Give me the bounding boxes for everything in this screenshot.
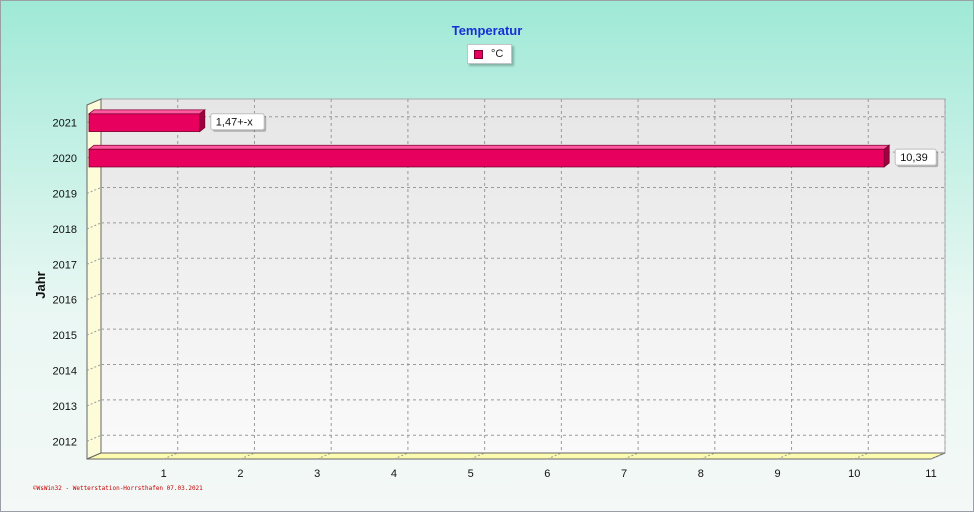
y-tick-label: 2013	[53, 401, 77, 413]
x-tick-label: 2	[237, 468, 243, 480]
footer-credit: ©WsWin32 - Wetterstation-Horrsthafen 07.…	[33, 485, 203, 492]
x-tick-label: 9	[774, 468, 780, 480]
x-tick-label: 11	[925, 468, 936, 480]
bar-2020: 10,39	[87, 144, 939, 168]
bar-front-face	[88, 148, 885, 168]
y-tick-label: 2015	[53, 330, 77, 342]
y-tick-label: 2021	[53, 118, 77, 130]
y-tick-label: 2020	[53, 153, 77, 165]
y-tick-label: 2016	[53, 295, 77, 307]
y-tick-label: 2017	[53, 259, 77, 271]
floor	[86, 452, 946, 460]
y-axis-label: Jahr	[33, 271, 48, 298]
x-tick-label: 3	[314, 468, 320, 480]
bar-top-face	[87, 144, 891, 150]
data-label: 10,39	[900, 152, 928, 164]
x-tick-label: 8	[698, 468, 704, 480]
y-tick-label: 2019	[53, 189, 77, 201]
bar-end-face	[883, 144, 890, 168]
y-tick-label: 2018	[53, 224, 77, 236]
x-tick-label: 4	[391, 468, 397, 480]
data-label: 1,47+-x	[216, 117, 253, 129]
plot-area: 10,39 1,47+-x 2012 2013 2014 2015 2016 2017 201…	[33, 98, 946, 480]
chart-frame: Temperatur °C 10,39 1,47+-x 2012 2013 2014 2…	[0, 0, 974, 512]
x-tick-label: 10	[848, 468, 860, 480]
bar-end-face	[199, 109, 206, 133]
bar-top-face	[87, 109, 206, 115]
x-tick-label: 5	[468, 468, 474, 480]
bar-front-face	[88, 113, 201, 132]
x-tick-label: 1	[161, 468, 167, 480]
y-tick-label: 2012	[53, 436, 77, 448]
x-tick-label: 6	[544, 468, 550, 480]
y-tick-label: 2014	[53, 366, 77, 378]
x-tick-label: 7	[621, 468, 627, 480]
